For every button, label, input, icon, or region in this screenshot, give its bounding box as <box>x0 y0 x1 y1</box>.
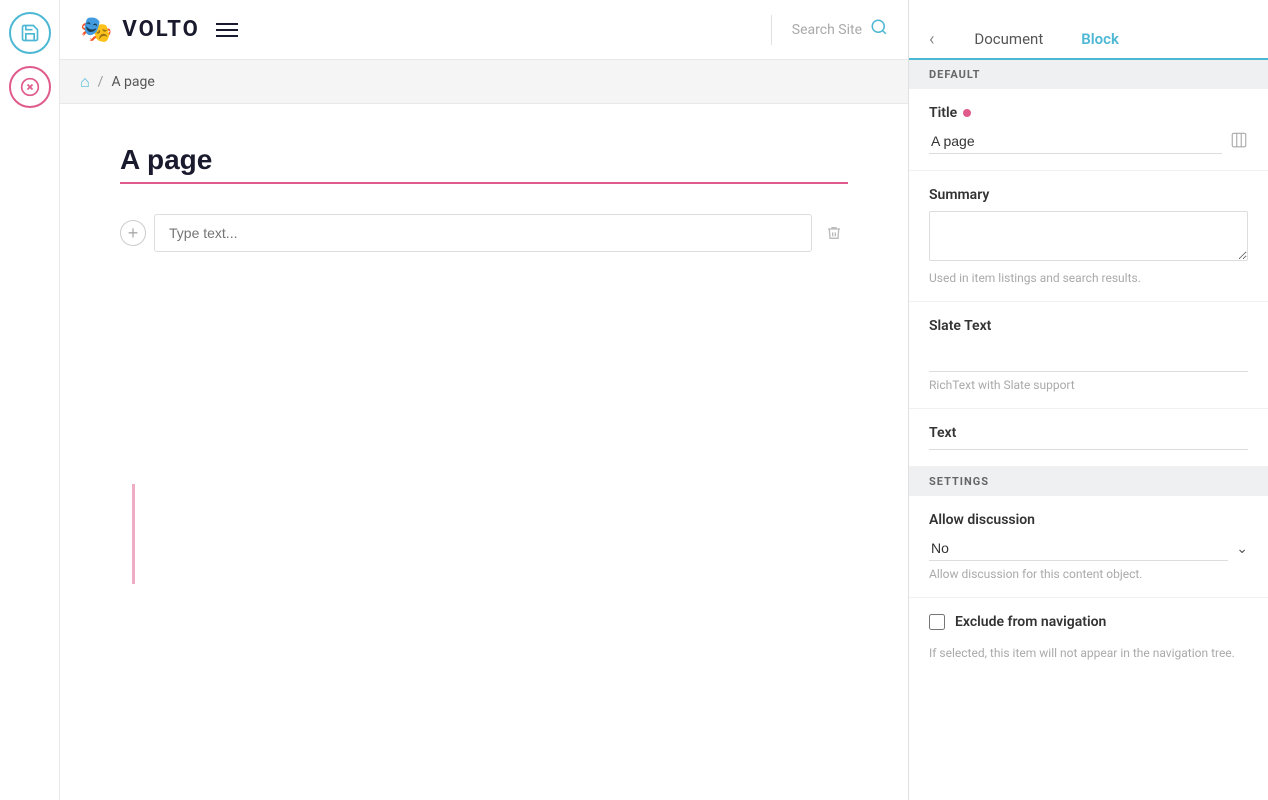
breadcrumb: ⌂ / A page <box>60 60 908 104</box>
summary-label: Summary <box>929 187 1248 203</box>
allow-discussion-hint: Allow discussion for this content object… <box>929 567 1248 581</box>
title-field-icon[interactable] <box>1230 131 1248 153</box>
slate-text-field: Slate Text RichText with Slate support <box>909 302 1268 409</box>
text-field-underline <box>929 449 1248 450</box>
title-input-row <box>929 129 1248 154</box>
text-label: Text <box>929 425 1248 441</box>
add-block-button[interactable]: + <box>120 220 146 246</box>
panel-tabs: ‹ Document Block <box>909 0 1268 60</box>
slate-text-hint: RichText with Slate support <box>929 378 1248 392</box>
slate-text-label: Slate Text <box>929 318 1248 334</box>
page-title-input[interactable] <box>120 144 848 184</box>
summary-hint: Used in item listings and search results… <box>929 271 1248 285</box>
logo-area: 🎭 VOLTO <box>80 15 238 45</box>
vertical-line-decoration <box>132 484 135 584</box>
main-area: 🎭 VOLTO Search Site ⌂ / A page + <box>60 0 908 800</box>
title-input[interactable] <box>929 129 1222 154</box>
slate-text-area[interactable] <box>929 342 1248 372</box>
summary-field: Summary Used in item listings and search… <box>909 171 1268 302</box>
title-field: Title <box>909 89 1268 171</box>
page-content: + <box>60 104 908 800</box>
exclude-nav-hint: If selected, this item will not appear i… <box>909 646 1268 674</box>
section-default-header: DEFAULT <box>909 60 1268 89</box>
required-indicator <box>963 109 971 117</box>
left-toolbar <box>0 0 60 800</box>
right-panel: ‹ Document Block DEFAULT Title Summary U… <box>908 0 1268 800</box>
search-icon[interactable] <box>870 18 888 41</box>
allow-discussion-select-row: No Yes ⌄ <box>929 536 1248 561</box>
save-button[interactable] <box>9 12 51 54</box>
text-block-input[interactable] <box>154 214 812 252</box>
search-placeholder: Search Site <box>792 22 862 38</box>
logo-text: VOLTO <box>122 17 199 42</box>
search-area: Search Site <box>792 18 888 41</box>
exclude-nav-label: Exclude from navigation <box>955 614 1106 630</box>
exclude-nav-row: Exclude from navigation <box>909 598 1268 646</box>
cancel-button[interactable] <box>9 66 51 108</box>
chevron-down-icon: ⌄ <box>1236 541 1248 557</box>
breadcrumb-current-page: A page <box>111 74 154 90</box>
delete-block-button[interactable] <box>820 219 848 247</box>
panel-back-arrow[interactable]: ‹ <box>929 29 934 50</box>
logo-icon: 🎭 <box>80 15 112 45</box>
summary-textarea[interactable] <box>929 211 1248 261</box>
tab-block[interactable]: Block <box>1077 20 1123 60</box>
exclude-nav-checkbox[interactable] <box>929 614 945 630</box>
hamburger-menu[interactable] <box>216 23 238 37</box>
top-header: 🎭 VOLTO Search Site <box>60 0 908 60</box>
section-settings-header: SETTINGS <box>909 467 1268 496</box>
breadcrumb-separator: / <box>98 74 104 90</box>
allow-discussion-field: Allow discussion No Yes ⌄ Allow discussi… <box>909 496 1268 598</box>
title-label: Title <box>929 105 1248 121</box>
header-divider <box>771 15 772 45</box>
tab-document[interactable]: Document <box>970 20 1047 60</box>
allow-discussion-label: Allow discussion <box>929 512 1248 528</box>
text-field: Text <box>909 409 1268 467</box>
text-block-row: + <box>120 214 848 252</box>
breadcrumb-home-icon[interactable]: ⌂ <box>80 72 90 92</box>
allow-discussion-select[interactable]: No Yes <box>929 536 1228 561</box>
